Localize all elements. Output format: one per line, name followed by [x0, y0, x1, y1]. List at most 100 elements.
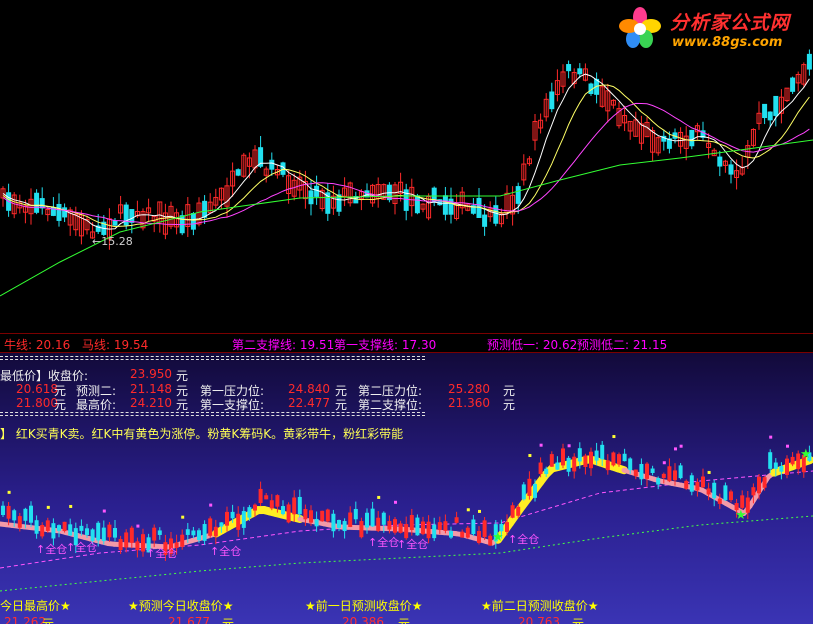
signal-dot [69, 504, 73, 508]
candle-body [689, 129, 695, 147]
indicator-candle-body [381, 512, 386, 525]
indicator-candle-body [275, 495, 280, 507]
indicator-candle-body [717, 498, 722, 504]
indicator-candle-body [594, 450, 599, 461]
info-predict2-value: 21.148 [130, 382, 172, 396]
candle-body [129, 209, 135, 223]
indicator-candle-body [684, 480, 689, 489]
candle-body [577, 68, 583, 75]
indicator-candle-body [225, 511, 229, 526]
signal-dot [674, 447, 677, 451]
signal-dot [662, 461, 666, 465]
indicator-candle-body [465, 527, 470, 538]
indicator-candle-body [785, 458, 789, 475]
indicator-candle-body [57, 525, 61, 531]
indicator-candle-body [135, 541, 140, 551]
indicator-candle-body [365, 512, 369, 528]
indicator-candle-body [241, 511, 246, 528]
footer-label-predict-prev2: ★前二日预测收盘价★ [481, 599, 599, 613]
candle-body [806, 53, 812, 70]
buy-star-icon: ★ [800, 447, 812, 462]
indicator-candle-body [6, 505, 11, 519]
indicator-candle-body [790, 456, 795, 465]
indicator-candle-body [521, 484, 526, 500]
indicator-candle-body [538, 462, 543, 474]
indicator-candle-body [124, 532, 129, 548]
indicator-candle-body [437, 522, 442, 530]
indicator-candle-body [622, 453, 627, 462]
indicator-candle-body [471, 519, 476, 535]
indicator-candle-body [320, 510, 325, 522]
info-pressure2-value: 25.280 [448, 382, 490, 396]
indicator-candle-body [129, 527, 134, 543]
indicator-candle-body [633, 469, 638, 477]
buy-signal-label: ↑全仓 [210, 544, 241, 558]
candle-body [62, 207, 68, 218]
separator-top [0, 356, 425, 360]
indicator-candle-body [561, 448, 565, 466]
indicator-candle-body [90, 529, 95, 541]
indicator-candle-body [180, 534, 185, 547]
indicator-candle-body [337, 519, 341, 528]
indicator-candle-body [673, 470, 677, 481]
indicator-candle-body [17, 516, 22, 528]
status-value-bull: 20.16 [35, 338, 71, 352]
candle-body [762, 103, 768, 119]
indicator-candle-body [253, 504, 257, 511]
info-support2-label: 第二支撑位: [358, 398, 423, 412]
indicator-candle-body [157, 530, 162, 535]
indicator-candle-body [62, 521, 67, 532]
indicator-candle-body [628, 458, 633, 471]
logo-url: www.88gs.com [672, 35, 783, 50]
indicator-panel[interactable]: ★ ★ ★ ↑全仓 ↑全仓 ↑全仓 ↑全仓 ↑全仓 ↑全仓 ↑全仓 最低价】收盘价: 23.950… [0, 353, 813, 624]
indicator-candle-body [314, 518, 319, 527]
indicator-candle-body [533, 483, 537, 498]
indicator-candle-body [605, 460, 610, 471]
status-value-predict-low2: 21.15 [632, 338, 668, 352]
indicator-candle-body [370, 508, 375, 527]
indicator-candle-body [661, 473, 666, 478]
indicator-candle-body [281, 506, 285, 515]
candle-body [39, 198, 45, 209]
signal-dot [539, 443, 543, 447]
indicator-candle-body [617, 454, 621, 465]
buy-signal-label: ↑全仓 [397, 537, 428, 551]
candle-body [767, 111, 773, 121]
info-predict1-value: 20.618 [16, 382, 58, 396]
indicator-candle-body [303, 508, 308, 520]
footer-value-predict-today: 21.677 [168, 615, 210, 624]
signal-dot [478, 509, 481, 513]
indicator-candle-body [701, 476, 705, 488]
indicator-candle-body [740, 495, 745, 508]
indicator-candle-body [505, 522, 509, 532]
indicator-candle-body [40, 524, 45, 537]
indicator-candle-body [297, 496, 302, 515]
price-chart-panel[interactable]: 分析家公式网 www.88gs.com ←15.28 [0, 0, 813, 333]
indicator-candle-body [213, 526, 218, 537]
info-high-unit: 元 [176, 398, 189, 412]
footer-unit-1: 元 [42, 617, 55, 624]
candle-body [112, 220, 118, 226]
indicator-candle-body [678, 465, 683, 479]
indicator-candle-body [269, 500, 274, 509]
signal-dot [209, 503, 213, 507]
candle-body [202, 200, 208, 218]
indicator-candle-body [639, 463, 644, 480]
buy-signal-label: ↑全仓 [66, 540, 97, 554]
indicator-candle-body [566, 457, 571, 472]
signal-dot [769, 435, 773, 439]
status-value-support2: 19.51 [299, 338, 335, 352]
indicator-candle-body [331, 513, 336, 532]
signal-dot [181, 515, 185, 519]
indicator-candle-body [258, 488, 263, 504]
indicator-candle-body [656, 478, 661, 485]
footer-unit-3: 元 [398, 617, 411, 624]
indicator-candle-body [1, 505, 5, 516]
signal-dot [679, 444, 683, 448]
info-pressure1-value: 24.840 [288, 382, 330, 396]
buy-signal-label: ↑全仓 [368, 535, 399, 549]
signal-dot [377, 495, 381, 499]
info-support1-value: 22.477 [288, 396, 330, 410]
info-close-value: 23.950 [130, 367, 172, 381]
indicator-candle-body [426, 521, 431, 539]
